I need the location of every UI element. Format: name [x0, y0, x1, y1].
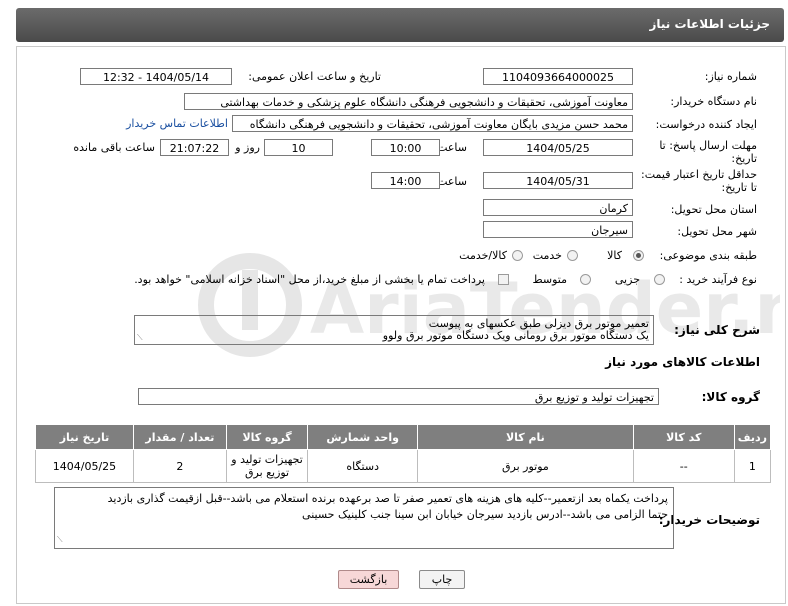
category-radio-service[interactable] — [567, 250, 578, 261]
page-header: جزئیات اطلاعات نیاز — [16, 8, 784, 42]
price-valid-time-label: ساعت — [437, 175, 467, 188]
buyer-notes-line-1: پرداخت یکماه بعد ازتعمیر--کلیه های هزینه… — [107, 492, 668, 505]
col-goods-code: کد کالا — [632, 424, 735, 450]
page-title: جزئیات اطلاعات نیاز — [649, 17, 770, 31]
back-button[interactable]: بازگشت — [338, 570, 399, 589]
process-option-minor: جزیی — [614, 273, 640, 286]
col-row-number: ردیف — [733, 424, 772, 450]
goods-table-header: ردیف کد کالا نام کالا واحد شمارش گروه کا… — [35, 424, 772, 450]
city-label: شهر محل تحویل: — [677, 225, 757, 238]
process-option-medium: متوسط — [532, 273, 567, 286]
col-goods-group: گروه کالا — [225, 424, 309, 450]
requester-field: محمد حسن مزیدی بایگان معاونت آموزشی، تحق… — [232, 115, 633, 132]
description-textarea[interactable]: تعمیر موتور برق دیزلی طبق عکسهای به پیوس… — [134, 315, 654, 345]
goods-table: ردیف کد کالا نام کالا واحد شمارش گروه کا… — [35, 424, 772, 483]
remaining-time-label: ساعت باقی مانده — [73, 141, 155, 154]
reply-time-label: ساعت — [437, 141, 467, 154]
requester-label: ایجاد کننده درخواست: — [655, 118, 757, 131]
category-option-service: خدمت — [532, 249, 562, 262]
process-radio-minor[interactable] — [654, 274, 665, 285]
cell-need-date: 1404/05/25 — [35, 449, 134, 483]
cell-unit: دستگاه — [307, 449, 418, 483]
buyer-notes-textarea[interactable]: پرداخت یکماه بعد ازتعمیر--کلیه های هزینه… — [54, 487, 674, 549]
reply-time-field: 10:00 — [371, 139, 440, 156]
days-label: روز و — [235, 141, 260, 154]
province-label: استان محل تحویل: — [670, 203, 757, 216]
cell-goods-code: -- — [632, 449, 735, 483]
price-valid-time-field: 14:00 — [371, 172, 440, 189]
category-radio-both[interactable] — [512, 250, 523, 261]
days-field: 10 — [264, 139, 333, 156]
resize-grip-icon: ⟋ — [57, 535, 63, 544]
announce-label: تاریخ و ساعت اعلان عمومی: — [248, 70, 381, 83]
remaining-time-field: 21:07:22 — [160, 139, 229, 156]
cell-quantity: 2 — [132, 449, 227, 483]
goods-group-field: تجهیزات تولید و توزیع برق — [138, 388, 659, 405]
need-number-label: شماره نیاز: — [704, 70, 757, 83]
col-goods-name: نام کالا — [417, 424, 634, 450]
goods-group-label: گروه کالا: — [701, 390, 760, 404]
reply-deadline-label-2: تاریخ: — [731, 152, 757, 165]
category-option-both: کالا/خدمت — [459, 249, 507, 262]
treasury-payment-checkbox[interactable] — [498, 274, 509, 285]
description-label: شرح کلی نیاز: — [674, 323, 760, 337]
treasury-payment-note: پرداخت تمام یا بخشی از مبلغ خرید،از محل … — [134, 273, 485, 286]
price-valid-label-2: تا تاریخ: — [721, 181, 757, 194]
buyer-org-field: معاونت آموزشی، تحقیقات و دانشجویی فرهنگی… — [184, 93, 633, 110]
category-radio-goods[interactable] — [633, 250, 644, 261]
resize-grip-icon: ⟋ — [137, 333, 143, 342]
description-line-2: یک دستگاه موتور برق رومانی ویک دستگاه مو… — [382, 329, 649, 342]
cell-row-number: 1 — [733, 449, 772, 483]
table-row: 1 -- موتور برق دستگاه تجهیزات تولید و تو… — [35, 449, 772, 483]
col-need-date: تاریخ نیاز — [35, 424, 134, 450]
city-field: سیرجان — [483, 221, 633, 238]
price-valid-label: حداقل تاریخ اعتبار قیمت: — [641, 168, 757, 181]
reply-date-field: 1404/05/25 — [483, 139, 633, 156]
process-radio-medium[interactable] — [580, 274, 591, 285]
need-number-field: 1104093664000025 — [483, 68, 633, 85]
price-valid-date-field: 1404/05/31 — [483, 172, 633, 189]
buyer-contact-link[interactable]: اطلاعات تماس خریدار — [126, 117, 228, 130]
province-field: کرمان — [483, 199, 633, 216]
goods-section-title: اطلاعات کالاهای مورد نیاز — [605, 355, 760, 369]
col-quantity: تعداد / مقدار — [132, 424, 227, 450]
cell-goods-group: تجهیزات تولید و توزیع برق — [225, 449, 309, 483]
reply-deadline-label: مهلت ارسال پاسخ: تا — [659, 139, 757, 152]
category-label: طبقه بندی موضوعی: — [659, 249, 757, 262]
buyer-org-label: نام دستگاه خریدار: — [670, 95, 757, 108]
col-unit: واحد شمارش — [307, 424, 418, 450]
cell-goods-name: موتور برق — [417, 449, 634, 483]
announce-field: 1404/05/14 - 12:32 — [80, 68, 232, 85]
category-option-goods: کالا — [607, 249, 622, 262]
print-button[interactable]: چاپ — [419, 570, 465, 589]
buyer-notes-line-2: حتما الزامی می باشد--ادرس بازدید سیرجان … — [302, 508, 668, 521]
process-label: نوع فرآیند خرید : — [679, 273, 757, 286]
